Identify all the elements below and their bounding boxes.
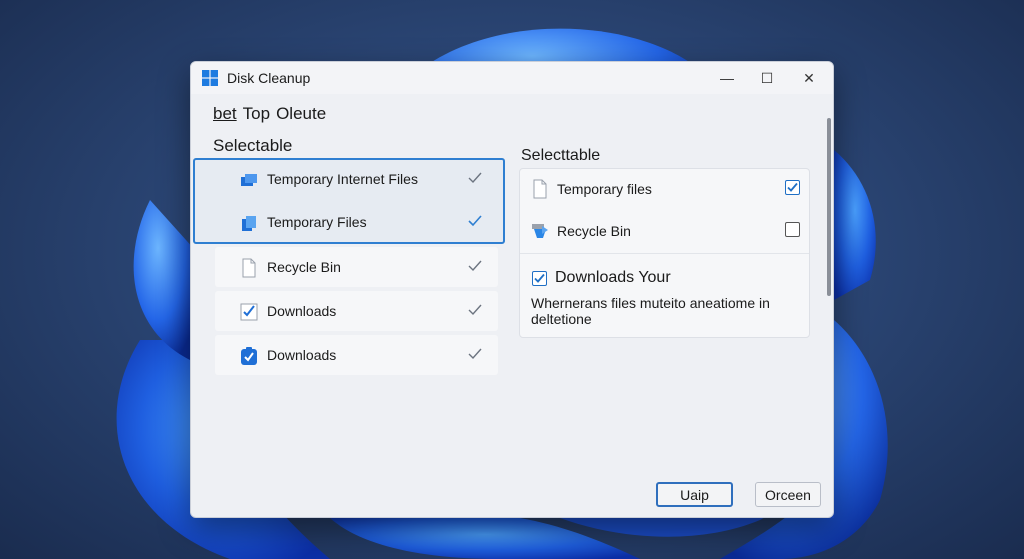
list-item-label: Downloads — [267, 303, 337, 319]
option-recycle-bin[interactable]: Recycle Bin — [520, 211, 809, 251]
checklist-icon — [240, 303, 258, 321]
checkmark-icon — [468, 215, 482, 227]
minimize-icon: — — [720, 70, 734, 86]
downloads-description: Whernerans files muteito aneatiome in de… — [531, 295, 770, 327]
files-icon — [242, 216, 256, 231]
document-icon — [533, 179, 547, 199]
close-icon: ✕ — [803, 69, 815, 86]
folder-stack-icon — [241, 174, 257, 186]
maximize-icon: ☐ — [760, 69, 774, 86]
checkmark-icon — [468, 304, 482, 316]
option-label: Temporary files — [557, 181, 652, 197]
temporary-files-checkbox[interactable] — [785, 180, 800, 195]
list-item-label: Recycle Bin — [267, 259, 341, 275]
primary-button[interactable]: Uaip — [656, 482, 733, 507]
menu-item-top[interactable]: Top — [243, 104, 270, 124]
list-item-temporary-internet-files[interactable]: Temporary Internet Files — [215, 159, 498, 199]
maximize-button[interactable]: ☐ — [749, 66, 785, 90]
checkmark-icon — [468, 172, 482, 184]
window-title: Disk Cleanup — [227, 70, 311, 86]
menu-item-oleute[interactable]: Oleute — [276, 104, 326, 124]
checkmark-icon — [787, 182, 798, 192]
checkmark-icon — [468, 260, 482, 272]
menu-bar: bet Top Oleute — [213, 104, 326, 124]
scrollbar[interactable] — [827, 118, 831, 296]
close-button[interactable]: ✕ — [791, 66, 827, 90]
menu-item-bet[interactable]: bet — [213, 104, 237, 124]
option-downloads[interactable]: Downloads Your — [532, 269, 671, 287]
minimize-button[interactable]: — — [709, 66, 745, 90]
downloads-label: Downloads Your — [555, 269, 671, 286]
recycle-bin-icon — [532, 224, 548, 238]
list-item-label: Temporary Internet Files — [267, 171, 418, 187]
option-label: Recycle Bin — [557, 223, 631, 239]
title-bar[interactable]: Disk Cleanup — ☐ ✕ — [191, 62, 833, 94]
list-item-label: Temporary Files — [267, 214, 367, 230]
list-item-temporary-files[interactable]: Temporary Files — [215, 202, 498, 242]
shield-check-icon — [241, 347, 257, 365]
list-item-recycle-bin[interactable]: Recycle Bin — [215, 247, 498, 287]
document-icon — [242, 258, 256, 278]
secondary-button[interactable]: Orceen — [755, 482, 821, 507]
disk-cleanup-window: Disk Cleanup — ☐ ✕ bet Top Oleute Select… — [190, 61, 834, 518]
checkmark-icon — [468, 348, 482, 360]
checkmark-icon — [534, 273, 545, 283]
left-section-title: Selectable — [213, 136, 293, 155]
windows-logo-icon — [202, 70, 218, 86]
list-item-label: Downloads — [267, 347, 337, 363]
right-options-card: Temporary files Recycle Bin Downloads Yo… — [519, 168, 810, 338]
list-item-downloads[interactable]: Downloads — [215, 291, 498, 331]
divider — [520, 253, 809, 254]
list-item-downloads-2[interactable]: Downloads — [215, 335, 498, 375]
downloads-checkbox[interactable] — [532, 270, 547, 286]
recycle-bin-checkbox[interactable] — [785, 222, 800, 237]
right-section-title: Selecttable — [521, 147, 601, 164]
option-temporary-files[interactable]: Temporary files — [520, 169, 809, 209]
